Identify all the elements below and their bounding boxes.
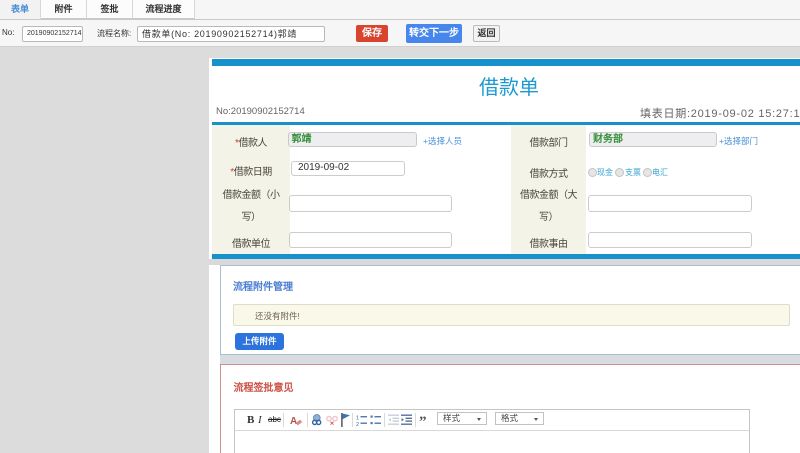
svg-text:1: 1 [356,415,359,421]
svg-text:A: A [290,416,297,427]
svg-text:2: 2 [356,422,359,426]
